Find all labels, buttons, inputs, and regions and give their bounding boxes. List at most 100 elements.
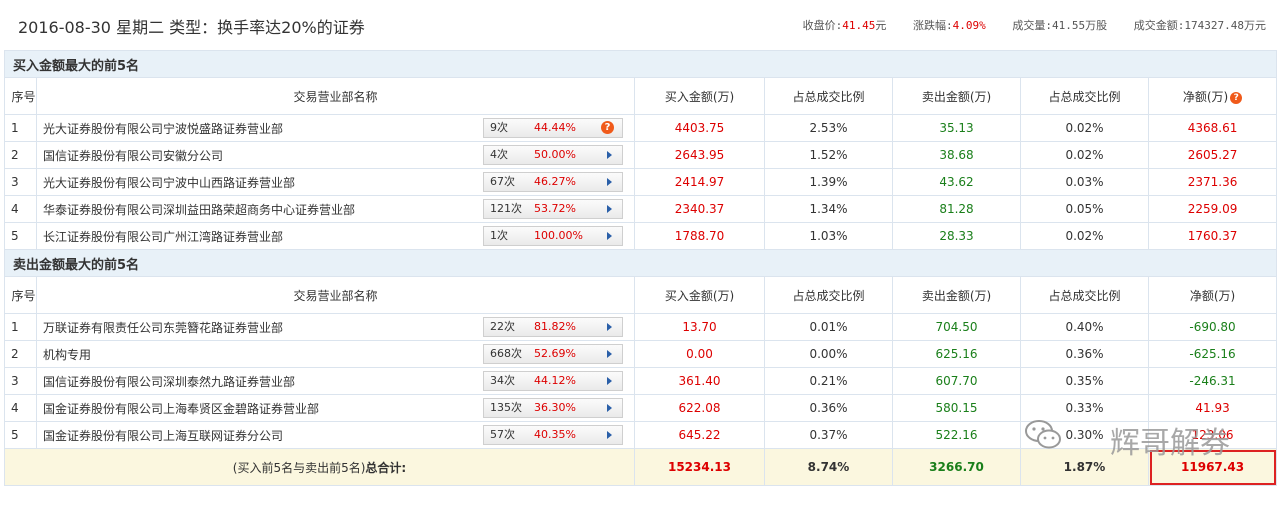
row-index: 2: [4, 340, 37, 368]
arrow-right-icon[interactable]: [607, 323, 612, 331]
section-title: 买入金额最大的前5名: [3, 50, 1278, 78]
row-index: 1: [4, 313, 37, 341]
broker-stats-button[interactable]: 668次 52.69%: [483, 344, 623, 364]
sell-amount: 522.16: [892, 421, 1021, 449]
column-header: 占总成交比例: [1020, 77, 1149, 115]
total-sell: 3266.70: [892, 448, 1021, 486]
table-row: 2 国信证券股份有限公司安徽分公司 4次 50.00% 2643.95 1.52% 38.6…: [4, 141, 1278, 169]
column-header: 净额(万)?: [1147, 77, 1278, 115]
arrow-right-icon[interactable]: [607, 205, 612, 213]
arrow-right-icon[interactable]: [607, 178, 612, 186]
net-amount: 4368.61: [1147, 114, 1278, 142]
row-index: 3: [4, 168, 37, 196]
win-rate: 100.00%: [534, 229, 583, 242]
net-amount: -690.80: [1147, 313, 1278, 341]
win-rate: 44.44%: [534, 121, 576, 134]
help-icon[interactable]: ?: [1230, 91, 1243, 104]
total-row: (买入前5名与卖出前5名)总合计: 15234.13 8.74% 3266.70 1.8…: [4, 448, 1278, 486]
broker-stats-button[interactable]: 135次 36.30%: [483, 398, 623, 418]
row-index: 3: [4, 367, 37, 395]
total-buy: 15234.13: [634, 448, 765, 486]
table-header: 序号 交易营业部名称 买入金额(万) 占总成交比例 卖出金额(万) 占总成交比例 净额(万)…: [4, 77, 1278, 115]
arrow-right-icon[interactable]: [607, 350, 612, 358]
broker-name[interactable]: 国信证券股份有限公司安徽分公司: [43, 149, 223, 163]
win-rate: 36.30%: [534, 401, 576, 414]
table-row: 4 华泰证券股份有限公司深圳益田路荣超商务中心证券营业部 121次 53.72% 234…: [4, 195, 1278, 223]
change-value: 4.09%: [952, 19, 986, 32]
net-amount: 1760.37: [1147, 222, 1278, 250]
trade-count: 22次: [490, 320, 515, 333]
arrow-right-icon[interactable]: [607, 151, 612, 159]
dragon-tiger-board: 2016-08-30 星期二 类型：换手率达20%的证券 收盘价:41.45元 …: [0, 0, 1280, 512]
broker-cell: 万联证券有限责任公司东莞簪花路证券营业部 22次 81.82%: [36, 313, 635, 341]
sell-ratio: 0.35%: [1020, 367, 1149, 395]
column-header: 买入金额(万): [634, 77, 765, 115]
broker-name[interactable]: 国金证券股份有限公司上海奉贤区金碧路证券营业部: [43, 402, 319, 416]
broker-name[interactable]: 国信证券股份有限公司深圳泰然九路证券营业部: [43, 375, 295, 389]
trade-count: 34次: [490, 374, 515, 387]
wechat-icon: [1025, 420, 1061, 449]
turnover-label: 成交金额:: [1133, 19, 1185, 32]
arrow-right-icon[interactable]: [607, 377, 612, 385]
trade-count: 668次: [490, 347, 522, 360]
buy-amount: 4403.75: [634, 114, 765, 142]
change-label: 涨跌幅:: [913, 19, 953, 32]
sell-ratio: 0.05%: [1020, 195, 1149, 223]
sell-ratio: 0.02%: [1020, 222, 1149, 250]
buy-ratio: 0.00%: [764, 340, 893, 368]
row-index: 2: [4, 141, 37, 169]
arrow-right-icon[interactable]: [607, 404, 612, 412]
broker-name[interactable]: 机构专用: [43, 348, 91, 362]
trade-count: 135次: [490, 401, 522, 414]
row-index: 4: [4, 195, 37, 223]
broker-stats-button[interactable]: 22次 81.82%: [483, 317, 623, 337]
table-row: 2 机构专用 668次 52.69% 0.00 0.00% 625.16 0.36% -625.…: [4, 340, 1278, 368]
buy-amount: 2643.95: [634, 141, 765, 169]
broker-name[interactable]: 光大证券股份有限公司宁波中山西路证券营业部: [43, 176, 295, 190]
column-header: 占总成交比例: [1020, 276, 1149, 314]
buy-amount: 361.40: [634, 367, 765, 395]
column-header: 占总成交比例: [764, 77, 893, 115]
broker-cell: 国信证券股份有限公司深圳泰然九路证券营业部 34次 44.12%: [36, 367, 635, 395]
arrow-right-icon[interactable]: [607, 232, 612, 240]
table-row: 3 国信证券股份有限公司深圳泰然九路证券营业部 34次 44.12% 361.40 0.2…: [4, 367, 1278, 395]
net-amount: -625.16: [1147, 340, 1278, 368]
broker-name[interactable]: 国金证券股份有限公司上海互联网证券分公司: [43, 429, 283, 443]
buy-ratio: 0.01%: [764, 313, 893, 341]
column-header: 序号: [4, 276, 37, 314]
sell-ratio: 0.03%: [1020, 168, 1149, 196]
buy-amount: 645.22: [634, 421, 765, 449]
broker-stats-button[interactable]: 4次 50.00%: [483, 145, 623, 165]
broker-stats-button[interactable]: 9次 44.44%?: [483, 118, 623, 138]
table-row: 4 国金证券股份有限公司上海奉贤区金碧路证券营业部 135次 36.30% 622.08…: [4, 394, 1278, 422]
sell-ratio: 0.02%: [1020, 141, 1149, 169]
broker-name[interactable]: 华泰证券股份有限公司深圳益田路荣超商务中心证券营业部: [43, 203, 355, 217]
buy-amount: 0.00: [634, 340, 765, 368]
column-header: 占总成交比例: [764, 276, 893, 314]
broker-stats-button[interactable]: 57次 40.35%: [483, 425, 623, 445]
table-row: 5 长江证券股份有限公司广州江湾路证券营业部 1次 100.00% 1788.70 1.0…: [4, 222, 1278, 250]
broker-name[interactable]: 光大证券股份有限公司宁波悦盛路证券营业部: [43, 122, 283, 136]
trade-count: 121次: [490, 202, 522, 215]
total-label-bold: 总合计:: [365, 460, 407, 475]
column-header: 买入金额(万): [634, 276, 765, 314]
broker-stats-button[interactable]: 67次 46.27%: [483, 172, 623, 192]
buy-amount: 622.08: [634, 394, 765, 422]
buy-ratio: 1.34%: [764, 195, 893, 223]
broker-stats-button[interactable]: 121次 53.72%: [483, 199, 623, 219]
sell-amount: 607.70: [892, 367, 1021, 395]
arrow-right-icon[interactable]: [607, 431, 612, 439]
sell-amount: 704.50: [892, 313, 1021, 341]
total-label-note: (买入前5名与卖出前5名): [232, 460, 366, 475]
broker-stats-button[interactable]: 1次 100.00%: [483, 226, 623, 246]
broker-name[interactable]: 长江证券股份有限公司广州江湾路证券营业部: [43, 230, 283, 244]
question-icon[interactable]: ?: [601, 121, 614, 134]
broker-cell: 国金证券股份有限公司上海互联网证券分公司 57次 40.35%: [36, 421, 635, 449]
broker-name[interactable]: 万联证券有限责任公司东莞簪花路证券营业部: [43, 321, 283, 335]
row-index: 4: [4, 394, 37, 422]
sell-amount: 38.68: [892, 141, 1021, 169]
trade-count: 1次: [490, 229, 508, 242]
volume-value: 41.55万股: [1052, 19, 1108, 32]
broker-stats-button[interactable]: 34次 44.12%: [483, 371, 623, 391]
column-header: 交易营业部名称: [36, 276, 635, 314]
